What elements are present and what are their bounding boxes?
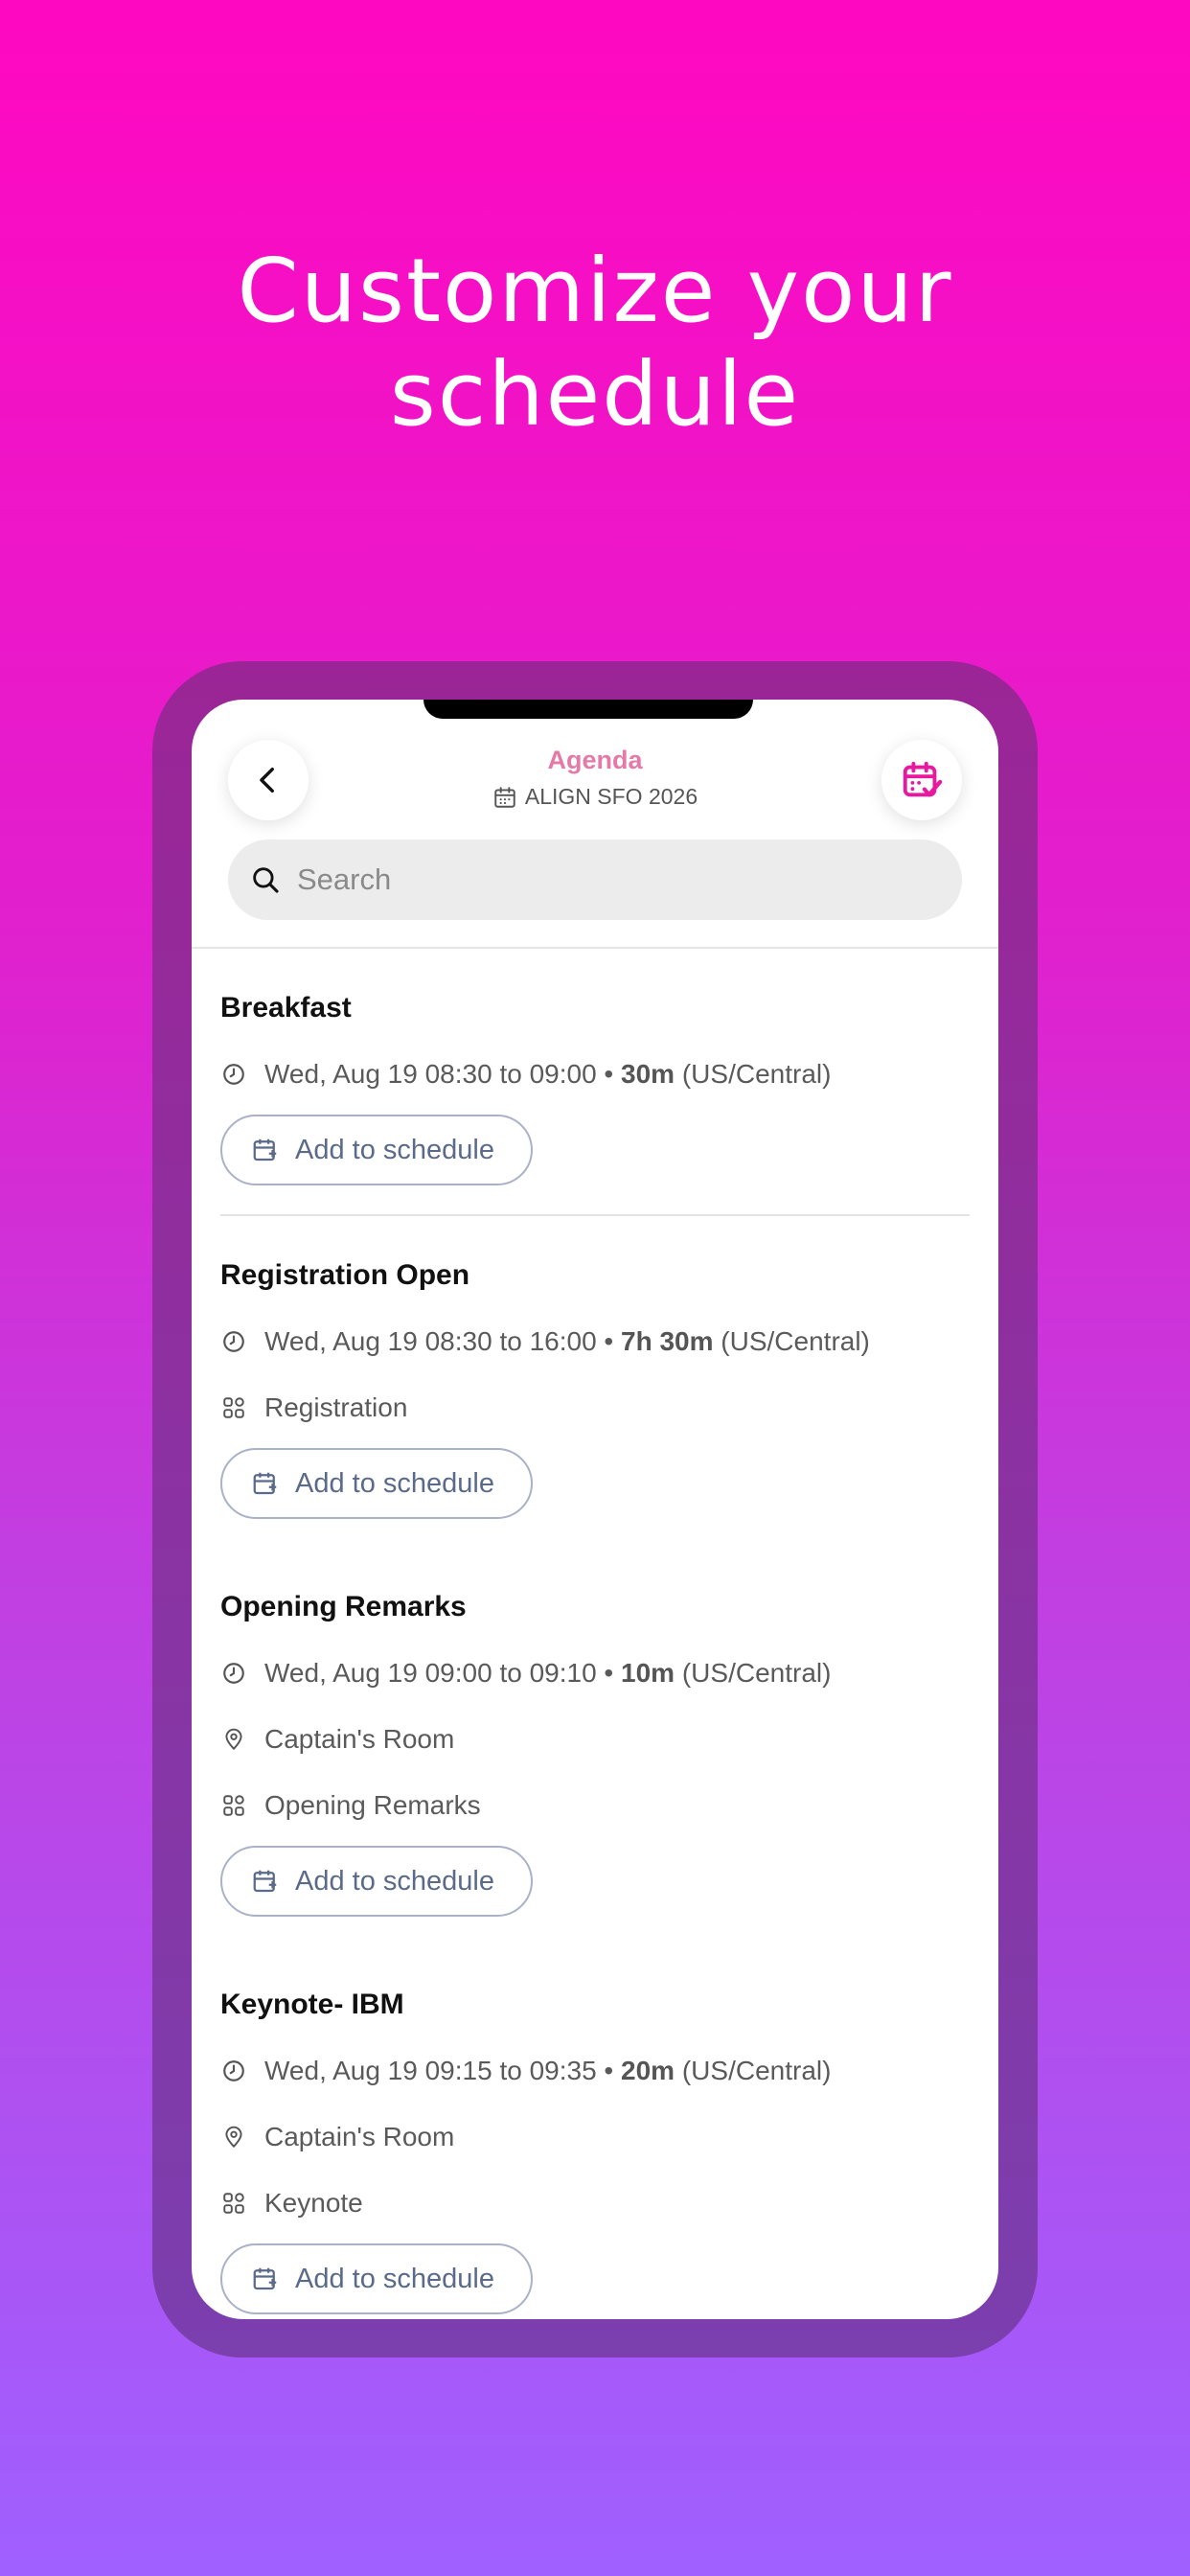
calendar-check-icon xyxy=(903,761,943,797)
add-to-schedule-label: Add to schedule xyxy=(295,1467,494,1499)
calendar-plus-icon xyxy=(251,1136,280,1164)
clock-icon xyxy=(220,1660,247,1687)
session-timezone: (US/Central) xyxy=(721,1325,870,1356)
search-icon xyxy=(249,863,282,896)
session-category-row: Opening Remarks xyxy=(220,1772,970,1838)
session-title: Registration Open xyxy=(220,1259,470,1291)
session-time: Wed, Aug 19 09:00 to 09:10 • xyxy=(264,1657,614,1688)
session-category: Keynote xyxy=(264,2187,363,2218)
location-pin-icon xyxy=(220,2124,247,2150)
category-grid-icon xyxy=(220,2190,247,2217)
session-duration: 20m xyxy=(621,2055,675,2085)
session-item[interactable]: Breakfast Wed, Aug 19 08:30 to 09:00 • 3… xyxy=(192,949,998,1185)
session-list: Breakfast Wed, Aug 19 08:30 to 09:00 • 3… xyxy=(192,949,998,2314)
phone-screen: Agenda ALIGN SFO 2026 Search Breakfast W… xyxy=(192,700,998,2319)
session-item[interactable]: Opening Remarks Wed, Aug 19 09:00 to 09:… xyxy=(192,1548,998,1917)
calendar-plus-icon xyxy=(251,1867,280,1896)
clock-icon xyxy=(220,1061,247,1088)
promo-headline: Customize your schedule xyxy=(0,240,1190,447)
clock-icon xyxy=(220,2058,247,2084)
session-location-row: Captain's Room xyxy=(220,1706,970,1772)
calendar-plus-icon xyxy=(251,1469,280,1498)
session-location-row: Captain's Room xyxy=(220,2104,970,2170)
session-item[interactable]: Registration Open Wed, Aug 19 08:30 to 1… xyxy=(192,1216,998,1519)
session-time-row: Wed, Aug 19 08:30 to 16:00 • 7h 30m (US/… xyxy=(220,1308,970,1374)
agenda-header: Agenda ALIGN SFO 2026 xyxy=(192,700,998,947)
headline-line-1: Customize your xyxy=(237,240,953,342)
category-grid-icon xyxy=(220,1792,247,1819)
calendar-plus-icon xyxy=(251,2265,280,2293)
search-bar[interactable] xyxy=(228,840,962,920)
session-duration: 7h 30m xyxy=(621,1325,714,1356)
session-title: Opening Remarks xyxy=(220,1591,467,1622)
add-to-schedule-button[interactable]: Add to schedule xyxy=(220,1448,533,1519)
session-category: Registration xyxy=(264,1392,408,1422)
session-item[interactable]: Keynote- IBM Wed, Aug 19 09:15 to 09:35 … xyxy=(192,1945,998,2314)
add-to-schedule-button[interactable]: Add to schedule xyxy=(220,1846,533,1917)
session-location: Captain's Room xyxy=(264,1723,455,1754)
session-title: Breakfast xyxy=(220,992,352,1024)
session-category-row: Registration xyxy=(220,1374,970,1440)
clock-icon xyxy=(220,1328,247,1355)
session-timezone: (US/Central) xyxy=(681,1058,832,1089)
session-time: Wed, Aug 19 09:15 to 09:35 • xyxy=(264,2055,614,2085)
location-pin-icon xyxy=(220,1726,247,1753)
event-name: ALIGN SFO 2026 xyxy=(192,784,998,810)
session-category: Opening Remarks xyxy=(264,1789,481,1820)
session-title: Keynote- IBM xyxy=(220,1989,404,2020)
add-to-schedule-button[interactable]: Add to schedule xyxy=(220,2243,533,2314)
session-location: Captain's Room xyxy=(264,2121,455,2151)
session-time: Wed, Aug 19 08:30 to 09:00 • xyxy=(264,1058,614,1089)
session-category-row: Keynote xyxy=(220,2170,970,2236)
category-grid-icon xyxy=(220,1394,247,1421)
session-time-row: Wed, Aug 19 09:15 to 09:35 • 20m (US/Cen… xyxy=(220,2037,970,2104)
session-time-row: Wed, Aug 19 09:00 to 09:10 • 10m (US/Cen… xyxy=(220,1640,970,1706)
session-timezone: (US/Central) xyxy=(681,2055,832,2085)
session-duration: 30m xyxy=(621,1058,675,1089)
add-to-schedule-label: Add to schedule xyxy=(295,1865,494,1897)
session-duration: 10m xyxy=(621,1657,675,1688)
add-to-schedule-label: Add to schedule xyxy=(295,1134,494,1165)
session-time-row: Wed, Aug 19 08:30 to 09:00 • 30m (US/Cen… xyxy=(220,1041,970,1107)
calendar-icon xyxy=(494,786,515,808)
search-input[interactable] xyxy=(295,862,931,898)
session-timezone: (US/Central) xyxy=(681,1657,832,1688)
add-to-schedule-button[interactable]: Add to schedule xyxy=(220,1115,533,1185)
add-to-schedule-label: Add to schedule xyxy=(295,2263,494,2294)
headline-line-2: schedule xyxy=(389,343,801,446)
page-title: Agenda xyxy=(547,746,643,774)
session-time: Wed, Aug 19 08:30 to 16:00 • xyxy=(264,1325,614,1356)
my-schedule-button[interactable] xyxy=(881,740,962,820)
event-name-label: ALIGN SFO 2026 xyxy=(524,784,698,809)
